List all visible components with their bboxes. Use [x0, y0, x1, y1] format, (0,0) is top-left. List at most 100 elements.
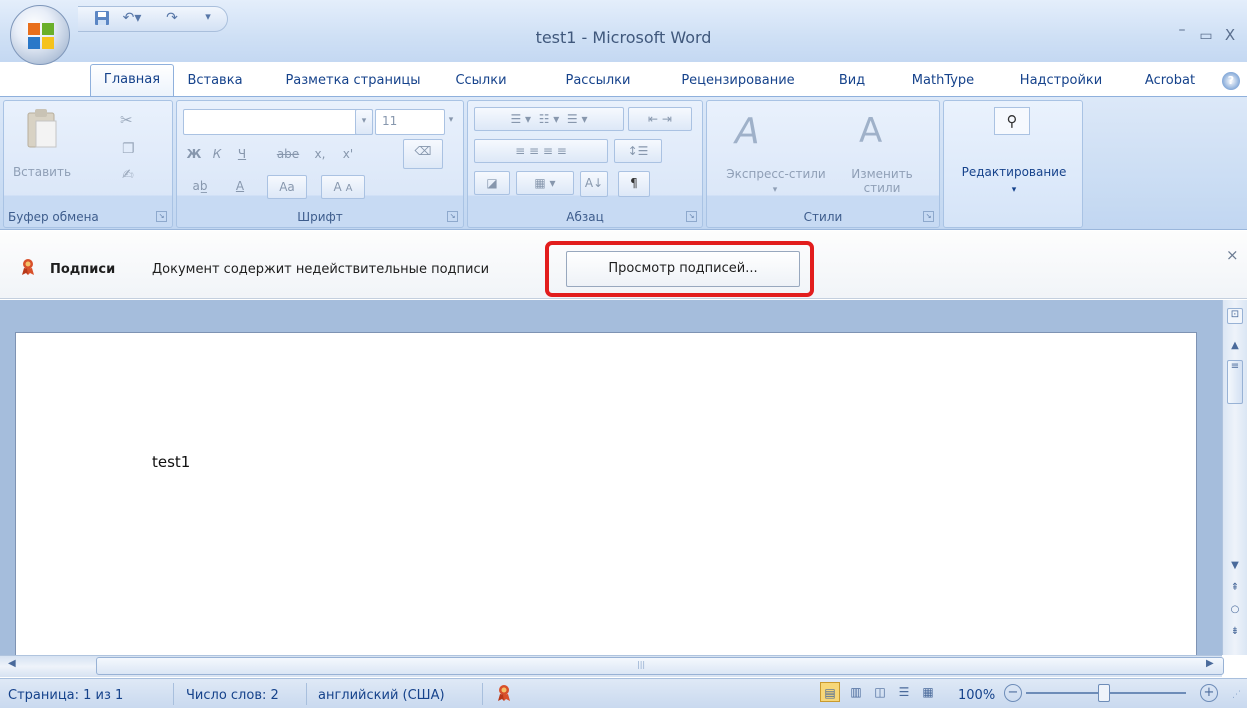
zoom-level[interactable]: 100% — [958, 688, 995, 703]
paragraph-label: Абзац — [566, 210, 604, 224]
editing-group: ⚲ Редактирование ▾ — [943, 100, 1083, 228]
clipboard-launcher-icon[interactable]: ↘ — [156, 211, 167, 222]
format-painter-icon[interactable]: ✍ — [122, 167, 134, 183]
font-size-select[interactable]: 11 — [375, 109, 445, 135]
tab-references[interactable]: Ссылки — [452, 66, 510, 98]
zoom-slider-thumb[interactable] — [1098, 684, 1110, 702]
resize-grip-icon[interactable]: ⋰ — [1232, 690, 1241, 700]
vertical-scrollbar[interactable]: ⊡ ▲ ≡ ▼ ⇞ ○ ⇟ — [1222, 300, 1247, 655]
document-page[interactable] — [15, 332, 1197, 655]
strikethrough-button[interactable]: abe — [271, 143, 305, 167]
status-signature-icon[interactable] — [496, 684, 512, 702]
previous-page-icon[interactable]: ⇞ — [1227, 582, 1243, 593]
status-divider — [482, 683, 483, 705]
tab-insert[interactable]: Вставка — [180, 66, 250, 98]
ribbon-tabs: Главная Вставка Разметка страницы Ссылки… — [84, 64, 1244, 98]
font-name-select[interactable] — [183, 109, 373, 135]
font-color-icon[interactable]: A — [225, 175, 255, 199]
paragraph-launcher-icon[interactable]: ↘ — [686, 211, 697, 222]
list-buttons[interactable]: ☰ ▾ ☷ ▾ ☰ ▾ — [474, 107, 624, 131]
restore-button[interactable]: ▭ — [1196, 28, 1216, 44]
shading-icon[interactable]: ◪ — [474, 171, 510, 195]
full-screen-reading-icon[interactable]: ▥ — [846, 682, 866, 702]
tab-view[interactable]: Вид — [838, 66, 866, 98]
editing-dropdown-icon[interactable]: ▾ — [1004, 185, 1024, 195]
tab-home[interactable]: Главная — [90, 64, 174, 96]
print-layout-view-icon[interactable]: ▤ — [820, 682, 840, 702]
superscript-button[interactable]: x' — [335, 143, 361, 167]
zoom-out-button[interactable]: − — [1004, 684, 1022, 702]
horizontal-scroll-thumb[interactable]: ||| — [96, 657, 1224, 675]
quick-styles-icon[interactable]: A — [735, 111, 760, 152]
highlight-color-icon[interactable]: ab̲ — [183, 175, 217, 199]
quick-styles-button[interactable]: Экспресс-стили — [707, 167, 845, 181]
redo-icon[interactable]: ↷ — [162, 10, 182, 30]
status-page[interactable]: Страница: 1 из 1 — [8, 688, 123, 703]
tab-page-layout[interactable]: Разметка страницы — [280, 66, 426, 98]
status-language[interactable]: английский (США) — [318, 688, 445, 703]
font-launcher-icon[interactable]: ↘ — [447, 211, 458, 222]
message-bar-close-icon[interactable]: × — [1226, 246, 1239, 264]
change-case-button[interactable]: Aa — [267, 175, 307, 199]
window-title: test1 - Microsoft Word — [535, 28, 712, 47]
save-icon[interactable] — [92, 10, 112, 30]
styles-launcher-icon[interactable]: ↘ — [923, 211, 934, 222]
change-styles-icon[interactable]: A — [859, 111, 882, 151]
editing-button[interactable]: Редактирование — [944, 165, 1084, 179]
ruler-toggle-icon[interactable]: ⊡ — [1227, 308, 1243, 324]
message-bar-text: Документ содержит недействительные подпи… — [152, 262, 490, 277]
help-icon[interactable]: ? — [1222, 72, 1240, 90]
borders-icon[interactable]: ▦ ▾ — [516, 171, 574, 195]
document-text[interactable]: test1 — [152, 453, 190, 471]
scroll-up-icon[interactable]: ▲ — [1227, 340, 1243, 351]
cut-icon[interactable]: ✂ — [120, 111, 133, 129]
draft-view-icon[interactable]: ▦ — [918, 682, 938, 702]
alignment-buttons[interactable]: ≡ ≡ ≡ ≡ — [474, 139, 608, 163]
shrink-font-label: A — [345, 183, 353, 194]
sort-icon[interactable]: A↓ — [580, 171, 608, 197]
tab-addins[interactable]: Надстройки — [1012, 66, 1110, 98]
quick-styles-dropdown-icon[interactable]: ▾ — [765, 185, 785, 195]
subscript-button[interactable]: x, — [307, 143, 333, 167]
undo-icon[interactable]: ↶▾ — [120, 10, 144, 30]
status-word-count[interactable]: Число слов: 2 — [186, 688, 279, 703]
zoom-in-button[interactable]: + — [1200, 684, 1218, 702]
tab-mailings[interactable]: Рассылки — [560, 66, 636, 98]
scroll-grip: ||| — [637, 660, 646, 669]
web-layout-icon[interactable]: ◫ — [870, 682, 890, 702]
clear-format-icon[interactable]: ⌫ — [403, 139, 443, 169]
indent-buttons[interactable]: ⇤ ⇥ — [628, 107, 692, 131]
outline-view-icon[interactable]: ☰ — [894, 682, 914, 702]
grow-font-button[interactable]: A A — [321, 175, 365, 199]
clipboard-label: Буфер обмена — [8, 210, 99, 224]
scroll-down-icon[interactable]: ▼ — [1227, 560, 1243, 571]
copy-icon[interactable]: ❐ — [122, 141, 135, 157]
office-button[interactable] — [10, 5, 70, 65]
paste-button[interactable]: Вставить — [6, 165, 78, 179]
grow-font-label: A — [333, 180, 342, 194]
binoculars-icon[interactable]: ⚲ — [994, 107, 1030, 135]
italic-button[interactable]: К — [207, 143, 227, 167]
bold-button[interactable]: Ж — [183, 143, 205, 167]
tab-acrobat[interactable]: Acrobat — [1138, 66, 1202, 98]
line-spacing-icon[interactable]: ↕☰ — [614, 139, 662, 163]
font-name-dropdown-icon[interactable]: ▾ — [355, 109, 373, 135]
message-bar-title: Подписи — [50, 262, 116, 277]
customize-qat-button[interactable]: ▾ — [198, 10, 218, 30]
next-page-icon[interactable]: ⇟ — [1227, 626, 1243, 637]
minimize-button[interactable]: – — [1172, 22, 1192, 38]
tab-mathtype[interactable]: MathType — [906, 66, 980, 98]
tab-review[interactable]: Рецензирование — [670, 66, 806, 98]
browse-object-icon[interactable]: ○ — [1227, 604, 1243, 615]
scroll-left-icon[interactable]: ◀ — [8, 658, 16, 669]
ribbon: Вставить ✂ ❐ ✍ Буфер обмена ↘ ▾ 11 ▾ Ж К… — [0, 96, 1247, 230]
underline-button[interactable]: Ч — [231, 143, 253, 167]
close-button[interactable]: X — [1220, 26, 1240, 44]
font-size-dropdown-icon[interactable]: ▾ — [443, 109, 459, 135]
clipboard-group: Вставить ✂ ❐ ✍ Буфер обмена ↘ — [3, 100, 173, 228]
vertical-scroll-thumb[interactable]: ≡ — [1227, 360, 1243, 404]
change-styles-button[interactable]: Изменить стили — [849, 167, 915, 195]
paste-icon[interactable] — [22, 107, 66, 151]
show-formatting-button[interactable]: ¶ — [618, 171, 650, 197]
scroll-right-icon[interactable]: ▶ — [1206, 658, 1214, 669]
